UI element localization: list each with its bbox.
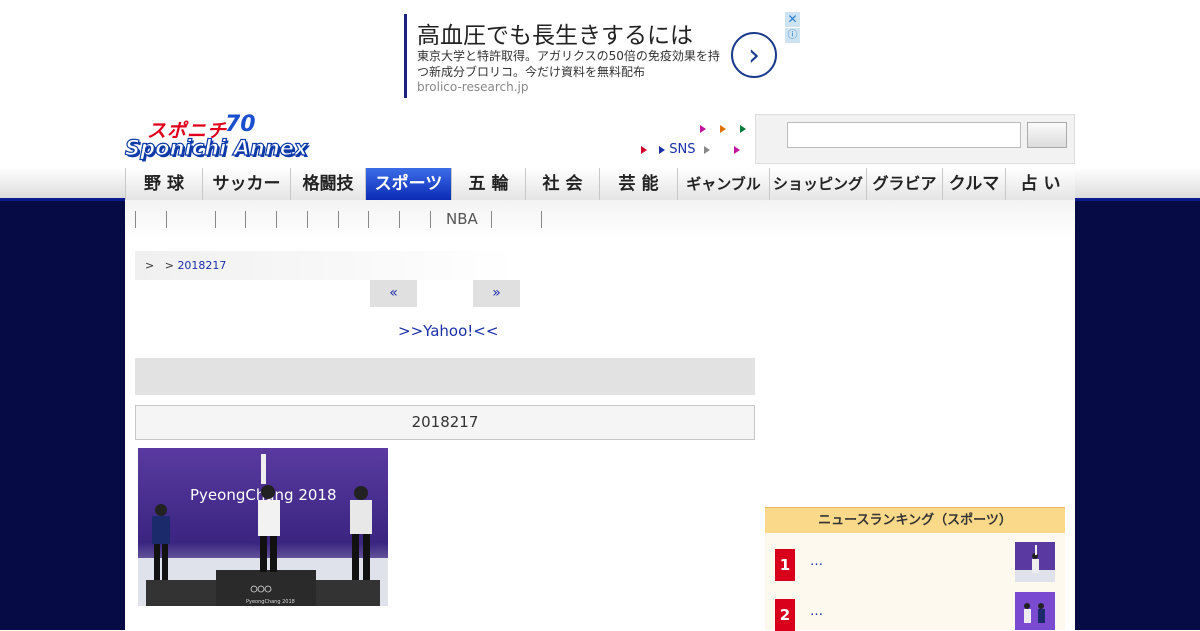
nav-item-baseball[interactable]: 野 球 [125, 168, 202, 200]
rank-number: 1 [775, 549, 795, 581]
subnav-divider [215, 211, 216, 228]
ad-url[interactable]: brolico-research.jp [417, 80, 528, 94]
thumbnail-image [1015, 592, 1055, 630]
bullet-icon [659, 145, 666, 154]
sub-nav [125, 200, 1075, 238]
subnav-divider [307, 211, 308, 228]
logo-main-text: Sponichi Annex [124, 135, 308, 160]
nav-item-martial-arts[interactable]: 格闘技 [290, 168, 365, 200]
logo-anniversary: 70 [225, 112, 256, 137]
chevron-right-icon: › [748, 37, 760, 73]
header-links-row2: SNS [641, 142, 740, 157]
subnav-divider [399, 211, 400, 228]
ad-body[interactable]: 東京大学と特許取得。アガリクスの50倍の免疫効果を持つ新成分ブロリコ。今だけ資料… [417, 48, 722, 80]
subnav-item-nba[interactable]: NBA [446, 210, 478, 228]
article-photo[interactable]: PyeongChang 2018 PyeongChang 2018 [138, 448, 388, 606]
subnav-divider [368, 211, 369, 228]
rank-number: 2 [775, 599, 795, 631]
subnav-divider [430, 211, 431, 228]
article-title-bar [135, 358, 755, 395]
ad-close-icon[interactable]: ✕ [785, 12, 800, 27]
search-input[interactable] [787, 122, 1021, 148]
ranking-thumbnail[interactable] [1015, 592, 1055, 630]
breadcrumb: > > 2018217 [135, 251, 515, 280]
header-links-row1 [700, 121, 747, 136]
subnav-divider [338, 211, 339, 228]
ranking-title: ニュースランキング（スポーツ） [765, 507, 1065, 534]
ad-arrow-button[interactable]: › [731, 32, 777, 78]
subnav-divider [541, 211, 542, 228]
nav-item-car[interactable]: クルマ [942, 168, 1005, 200]
subnav-divider [166, 211, 167, 228]
thumbnail-image [1015, 542, 1055, 582]
subnav-divider [491, 211, 492, 228]
podium-text: PyeongChang 2018 [246, 599, 295, 605]
nav-item-olympics[interactable]: 五 輪 [451, 168, 525, 200]
search-button[interactable] [1027, 122, 1067, 148]
nav-item-soccer[interactable]: サッカー [202, 168, 290, 200]
sns-link[interactable]: SNS [669, 142, 695, 157]
bullet-icon[interactable] [733, 145, 740, 154]
ad-info-icon[interactable]: ⓘ [785, 28, 800, 43]
nav-item-sports[interactable]: スポーツ [365, 168, 451, 200]
photo-illustration: PyeongChang 2018 PyeongChang 2018 [138, 448, 388, 606]
ad-headline[interactable]: 高血圧でも長生きするには [417, 16, 693, 50]
breadcrumb-separator: > [164, 259, 174, 272]
bullet-icon[interactable] [720, 124, 727, 133]
breadcrumb-separator: > [145, 259, 155, 272]
subnav-divider [276, 211, 277, 228]
bullet-icon[interactable] [641, 145, 647, 154]
ranking-item-link[interactable]: … [810, 554, 823, 569]
ranking-thumbnail[interactable] [1015, 542, 1055, 582]
nav-item-society[interactable]: 社 会 [525, 168, 599, 200]
bullet-icon[interactable] [740, 124, 747, 133]
breadcrumb-link[interactable]: 2018217 [177, 259, 226, 272]
bullet-icon[interactable] [700, 124, 706, 133]
subnav-divider [245, 211, 246, 228]
nav-item-gamble[interactable]: ギャンブル [677, 168, 769, 200]
nav-item-gravure[interactable]: グラビア [866, 168, 942, 200]
next-article-button[interactable]: » [473, 280, 520, 307]
main-nav: 野 球 サッカー 格闘技 スポーツ 五 輪 社 会 芸 能 ギャンブル ショッピ… [125, 168, 1075, 200]
yahoo-link[interactable]: >>Yahoo!<< [398, 322, 498, 340]
ad-banner[interactable]: 高血圧でも長生きするには 東京大学と特許取得。アガリクスの50倍の免疫効果を持つ… [404, 14, 787, 98]
ranking-item-link[interactable]: … [810, 604, 823, 619]
article-date: 2018217 [135, 405, 755, 440]
nav-item-shopping[interactable]: ショッピング [769, 168, 866, 200]
site-logo[interactable]: スポニチ 70 Sponichi Annex [124, 112, 320, 164]
bullet-icon[interactable] [703, 145, 710, 154]
nav-item-fortune[interactable]: 占 い [1005, 168, 1075, 200]
nav-item-entertainment[interactable]: 芸 能 [599, 168, 677, 200]
prev-article-button[interactable]: « [370, 280, 417, 307]
subnav-divider [135, 211, 136, 228]
